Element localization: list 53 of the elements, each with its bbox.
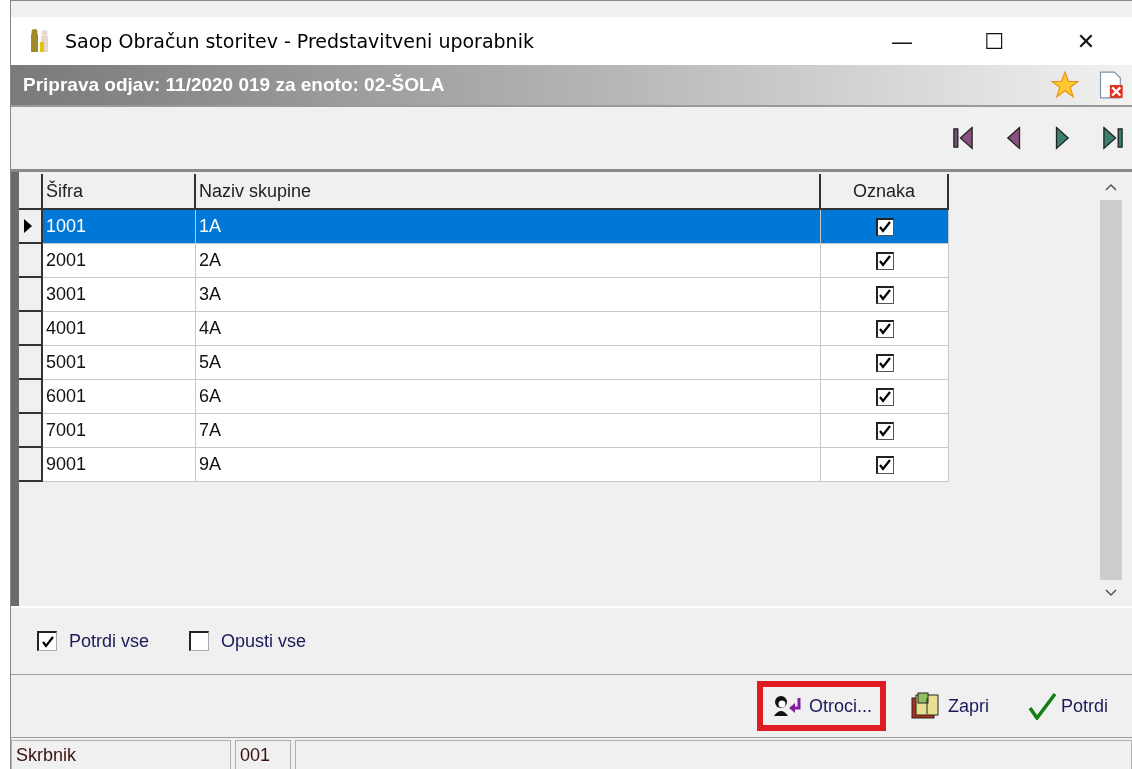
table-row[interactable]: 6001 6A (19, 380, 1098, 414)
status-panel: Skrbnik (11, 740, 231, 769)
table-cell: 6001 (43, 380, 196, 414)
checkbox[interactable] (875, 285, 894, 304)
table-cell: 4A (196, 312, 821, 346)
table-row[interactable]: 5001 5A (19, 346, 1098, 380)
checkbox[interactable] (875, 387, 894, 406)
scroll-down-icon[interactable] (1104, 588, 1118, 598)
table-cell: 1A (196, 210, 821, 244)
table-row[interactable]: 9001 9A (19, 448, 1098, 482)
column-header[interactable]: Naziv skupine (196, 174, 821, 210)
checkbox-label[interactable]: Opusti vse (221, 630, 307, 652)
table-cell: 4001 (43, 312, 196, 346)
window-title: Saop Obračun storitev - Predstavitveni uporabnik (65, 30, 534, 52)
table-row[interactable]: 7001 7A (19, 414, 1098, 448)
check-icon (1026, 692, 1057, 720)
checkbox[interactable] (875, 251, 894, 270)
table-cell: 7A (196, 414, 821, 448)
table-cell: 9A (196, 448, 821, 482)
table-cell: 2001 (43, 244, 196, 278)
checkbox[interactable] (37, 631, 57, 651)
column-header[interactable]: Oznaka (821, 174, 949, 210)
table-cell: 7001 (43, 414, 196, 448)
scroll-up-icon[interactable] (1104, 182, 1118, 192)
table-cell: 1001 (43, 210, 196, 244)
last-record-icon[interactable] (1100, 125, 1126, 151)
checkbox[interactable] (189, 631, 210, 651)
table-cell: 6A (196, 380, 821, 414)
document-delete-icon[interactable] (1098, 71, 1124, 99)
table-row[interactable]: 4001 4A (19, 312, 1098, 346)
table-cell: 2A (196, 244, 821, 278)
checkbox[interactable] (875, 421, 894, 440)
checkbox[interactable] (875, 353, 894, 372)
first-record-icon[interactable] (950, 125, 976, 151)
column-header[interactable]: Šifra (43, 174, 196, 210)
checkbox[interactable] (875, 319, 894, 338)
table-cell: 5A (196, 346, 821, 380)
checkbox-label[interactable]: Potrdi vse (69, 630, 150, 652)
table-row[interactable]: 3001 3A (19, 278, 1098, 312)
row-pointer-icon (23, 218, 33, 234)
table-cell: 5001 (43, 346, 196, 380)
header-title: Priprava odjav: 11/2020 019 za enoto: 02-ŠOLA (23, 74, 445, 96)
checkbox[interactable] (875, 217, 894, 236)
status-panel: 001 (235, 740, 291, 769)
table-cell: 3A (196, 278, 821, 312)
table-cell: 3001 (43, 278, 196, 312)
children-button[interactable]: Otroci... (756, 681, 886, 731)
table-row[interactable]: 2001 2A (19, 244, 1098, 278)
checkbox[interactable] (875, 455, 894, 474)
table-row[interactable]: 1001 1A (19, 210, 1098, 244)
star-icon[interactable] (1050, 71, 1080, 99)
figures-icon (29, 28, 51, 54)
table-cell: 9001 (43, 448, 196, 482)
